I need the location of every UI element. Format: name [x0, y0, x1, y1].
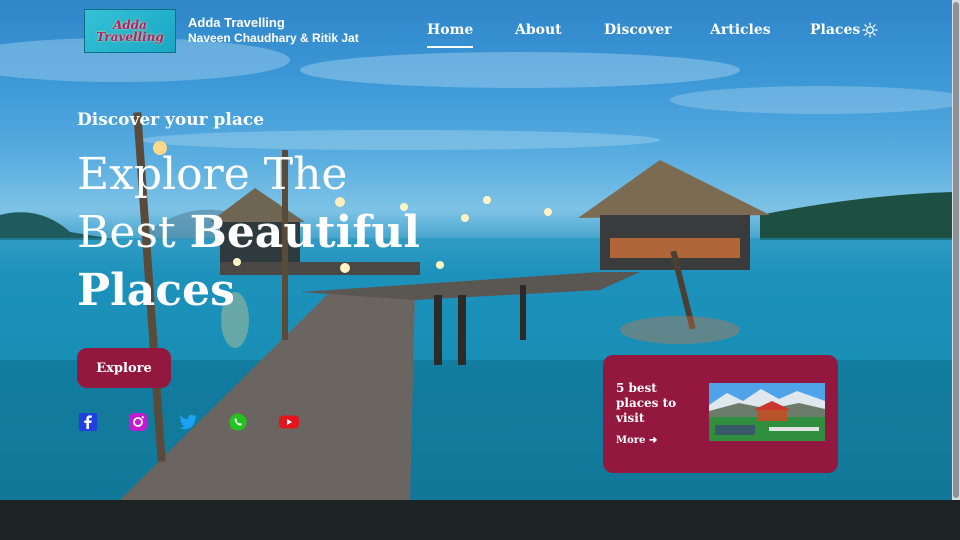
nav-home[interactable]: Home: [427, 22, 474, 48]
facebook-icon[interactable]: [78, 412, 98, 432]
nav-about[interactable]: About: [515, 22, 562, 38]
footer-band: [0, 500, 960, 540]
card-more-link[interactable]: More ➜: [616, 435, 657, 446]
nav-articles[interactable]: Articles: [710, 22, 771, 38]
explore-button[interactable]: Explore: [77, 348, 171, 388]
headline-line2: Best Beautiful: [77, 204, 457, 262]
nav-discover[interactable]: Discover: [604, 22, 672, 38]
arrow-right-icon: ➜: [648, 435, 658, 446]
card-more-label: More: [616, 435, 646, 446]
card-thumbnail: [709, 383, 825, 441]
headline-line1: Explore The: [77, 149, 348, 200]
scrollbar-thumb[interactable]: [953, 2, 959, 498]
headline-beautiful: Beautiful: [189, 207, 420, 258]
card-title: 5 best places to visit: [616, 381, 677, 425]
featured-places-card[interactable]: 5 best places to visit More ➜: [603, 355, 838, 473]
scrollbar[interactable]: [952, 0, 960, 500]
headline-places: Places: [77, 265, 235, 316]
hero-headline: Explore The Best Beautiful Places: [77, 146, 457, 320]
whatsapp-icon[interactable]: [228, 412, 248, 432]
headline-best: Best: [77, 207, 190, 258]
youtube-icon[interactable]: [278, 412, 299, 432]
instagram-icon[interactable]: [128, 412, 148, 432]
twitter-icon[interactable]: [178, 412, 198, 432]
hero-subtitle: Discover your place: [77, 110, 265, 130]
sun-icon[interactable]: [862, 22, 878, 38]
nav-places[interactable]: Places: [810, 22, 860, 38]
main-nav: Home About Discover Articles Places: [0, 22, 952, 52]
